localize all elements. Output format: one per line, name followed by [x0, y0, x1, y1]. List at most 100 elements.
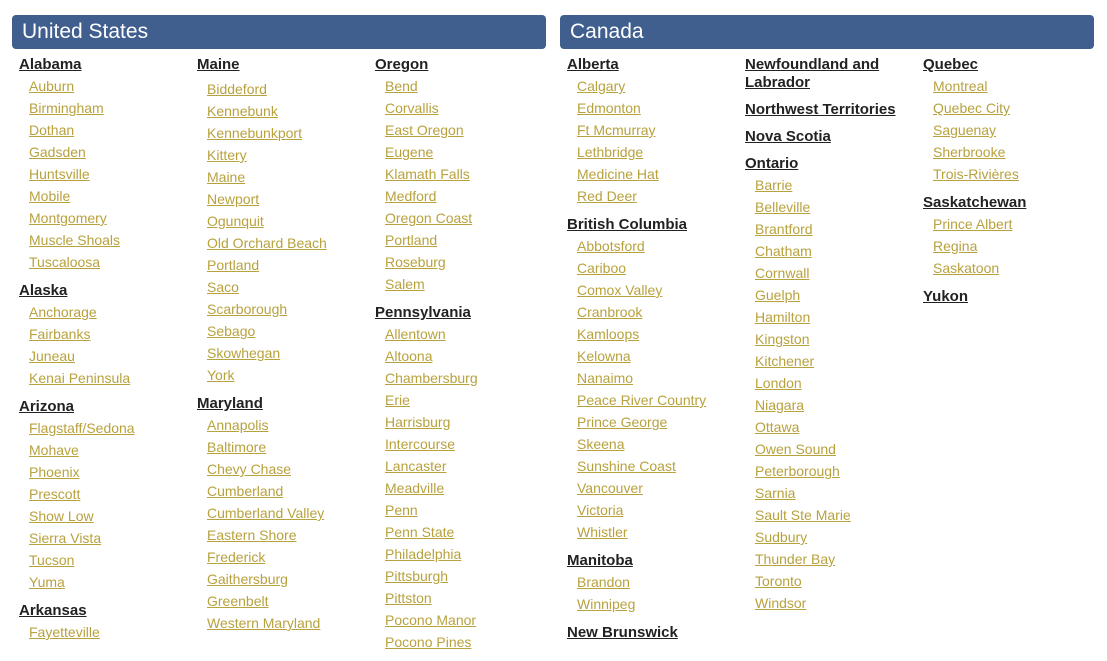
city-link-yuma[interactable]: Yuma — [29, 571, 197, 593]
city-link-quebec-city[interactable]: Quebec City — [933, 97, 1101, 119]
city-link-chambersburg[interactable]: Chambersburg — [385, 367, 553, 389]
city-link-thunder-bay[interactable]: Thunder Bay — [755, 548, 923, 570]
city-link-sudbury[interactable]: Sudbury — [755, 526, 923, 548]
region-link-oregon[interactable]: Oregon — [375, 55, 553, 74]
city-link-pocono-pines[interactable]: Pocono Pines — [385, 631, 553, 653]
city-link-saguenay[interactable]: Saguenay — [933, 119, 1101, 141]
city-link-mohave[interactable]: Mohave — [29, 439, 197, 461]
region-link-new-brunswick[interactable]: New Brunswick — [567, 623, 745, 642]
city-link-phoenix[interactable]: Phoenix — [29, 461, 197, 483]
city-link-kingston[interactable]: Kingston — [755, 328, 923, 350]
city-link-chatham[interactable]: Chatham — [755, 240, 923, 262]
city-link-barrie[interactable]: Barrie — [755, 174, 923, 196]
city-link-cumberland-valley[interactable]: Cumberland Valley — [207, 502, 375, 524]
city-link-nanaimo[interactable]: Nanaimo — [577, 367, 745, 389]
city-link-red-deer[interactable]: Red Deer — [577, 185, 745, 207]
city-link-kennebunk[interactable]: Kennebunk — [207, 100, 375, 122]
city-link-eastern-shore[interactable]: Eastern Shore — [207, 524, 375, 546]
city-link-london[interactable]: London — [755, 372, 923, 394]
city-link-newport[interactable]: Newport — [207, 188, 375, 210]
region-link-manitoba[interactable]: Manitoba — [567, 551, 745, 570]
city-link-huntsville[interactable]: Huntsville — [29, 163, 197, 185]
region-link-arkansas[interactable]: Arkansas — [19, 601, 197, 620]
region-link-yukon[interactable]: Yukon — [923, 287, 1101, 306]
city-link-medicine-hat[interactable]: Medicine Hat — [577, 163, 745, 185]
region-link-northwest-territories[interactable]: Northwest Territories — [745, 100, 923, 119]
city-link-tucson[interactable]: Tucson — [29, 549, 197, 571]
city-link-dothan[interactable]: Dothan — [29, 119, 197, 141]
city-link-sherbrooke[interactable]: Sherbrooke — [933, 141, 1101, 163]
city-link-prince-george[interactable]: Prince George — [577, 411, 745, 433]
city-link-allentown[interactable]: Allentown — [385, 323, 553, 345]
city-link-victoria[interactable]: Victoria — [577, 499, 745, 521]
city-link-medford[interactable]: Medford — [385, 185, 553, 207]
city-link-bend[interactable]: Bend — [385, 75, 553, 97]
city-link-montgomery[interactable]: Montgomery — [29, 207, 197, 229]
region-link-alabama[interactable]: Alabama — [19, 55, 197, 74]
city-link-brandon[interactable]: Brandon — [577, 571, 745, 593]
city-link-niagara[interactable]: Niagara — [755, 394, 923, 416]
city-link-birmingham[interactable]: Birmingham — [29, 97, 197, 119]
city-link-calgary[interactable]: Calgary — [577, 75, 745, 97]
city-link-cranbrook[interactable]: Cranbrook — [577, 301, 745, 323]
city-link-fayetteville[interactable]: Fayetteville — [29, 621, 197, 643]
city-link-penn[interactable]: Penn — [385, 499, 553, 521]
city-link-pittsburgh[interactable]: Pittsburgh — [385, 565, 553, 587]
city-link-sebago[interactable]: Sebago — [207, 320, 375, 342]
city-link-whistler[interactable]: Whistler — [577, 521, 745, 543]
city-link-chevy-chase[interactable]: Chevy Chase — [207, 458, 375, 480]
city-link-cariboo[interactable]: Cariboo — [577, 257, 745, 279]
city-link-sarnia[interactable]: Sarnia — [755, 482, 923, 504]
city-link-brantford[interactable]: Brantford — [755, 218, 923, 240]
region-link-newfoundland-and-labrador[interactable]: Newfoundland and Labrador — [745, 55, 923, 92]
city-link-fairbanks[interactable]: Fairbanks — [29, 323, 197, 345]
city-link-peterborough[interactable]: Peterborough — [755, 460, 923, 482]
city-link-muscle-shoals[interactable]: Muscle Shoals — [29, 229, 197, 251]
city-link-klamath-falls[interactable]: Klamath Falls — [385, 163, 553, 185]
region-link-nova-scotia[interactable]: Nova Scotia — [745, 127, 923, 146]
city-link-kitchener[interactable]: Kitchener — [755, 350, 923, 372]
city-link-maine[interactable]: Maine — [207, 166, 375, 188]
city-link-prince-albert[interactable]: Prince Albert — [933, 213, 1101, 235]
region-link-alaska[interactable]: Alaska — [19, 281, 197, 300]
city-link-western-maryland[interactable]: Western Maryland — [207, 612, 375, 634]
region-link-quebec[interactable]: Quebec — [923, 55, 1101, 74]
city-link-sunshine-coast[interactable]: Sunshine Coast — [577, 455, 745, 477]
city-link-portland[interactable]: Portland — [207, 254, 375, 276]
city-link-edmonton[interactable]: Edmonton — [577, 97, 745, 119]
city-link-winnipeg[interactable]: Winnipeg — [577, 593, 745, 615]
city-link-skowhegan[interactable]: Skowhegan — [207, 342, 375, 364]
city-link-abbotsford[interactable]: Abbotsford — [577, 235, 745, 257]
city-link-kamloops[interactable]: Kamloops — [577, 323, 745, 345]
city-link-skeena[interactable]: Skeena — [577, 433, 745, 455]
city-link-saco[interactable]: Saco — [207, 276, 375, 298]
city-link-penn-state[interactable]: Penn State — [385, 521, 553, 543]
region-link-ontario[interactable]: Ontario — [745, 154, 923, 173]
city-link-lancaster[interactable]: Lancaster — [385, 455, 553, 477]
city-link-gadsden[interactable]: Gadsden — [29, 141, 197, 163]
region-link-alberta[interactable]: Alberta — [567, 55, 745, 74]
city-link-oregon-coast[interactable]: Oregon Coast — [385, 207, 553, 229]
city-link-intercourse[interactable]: Intercourse — [385, 433, 553, 455]
city-link-vancouver[interactable]: Vancouver — [577, 477, 745, 499]
city-link-pocono-manor[interactable]: Pocono Manor — [385, 609, 553, 631]
city-link-tuscaloosa[interactable]: Tuscaloosa — [29, 251, 197, 273]
city-link-kenai-peninsula[interactable]: Kenai Peninsula — [29, 367, 197, 389]
city-link-portland[interactable]: Portland — [385, 229, 553, 251]
city-link-altoona[interactable]: Altoona — [385, 345, 553, 367]
city-link-harrisburg[interactable]: Harrisburg — [385, 411, 553, 433]
region-link-saskatchewan[interactable]: Saskatchewan — [923, 193, 1101, 212]
city-link-sierra-vista[interactable]: Sierra Vista — [29, 527, 197, 549]
city-link-gaithersburg[interactable]: Gaithersburg — [207, 568, 375, 590]
city-link-east-oregon[interactable]: East Oregon — [385, 119, 553, 141]
city-link-flagstaff-sedona[interactable]: Flagstaff/Sedona — [29, 417, 197, 439]
city-link-montreal[interactable]: Montreal — [933, 75, 1101, 97]
city-link-kennebunkport[interactable]: Kennebunkport — [207, 122, 375, 144]
city-link-frederick[interactable]: Frederick — [207, 546, 375, 568]
city-link-windsor[interactable]: Windsor — [755, 592, 923, 614]
city-link-scarborough[interactable]: Scarborough — [207, 298, 375, 320]
city-link-prescott[interactable]: Prescott — [29, 483, 197, 505]
city-link-roseburg[interactable]: Roseburg — [385, 251, 553, 273]
city-link-annapolis[interactable]: Annapolis — [207, 414, 375, 436]
city-link-kittery[interactable]: Kittery — [207, 144, 375, 166]
